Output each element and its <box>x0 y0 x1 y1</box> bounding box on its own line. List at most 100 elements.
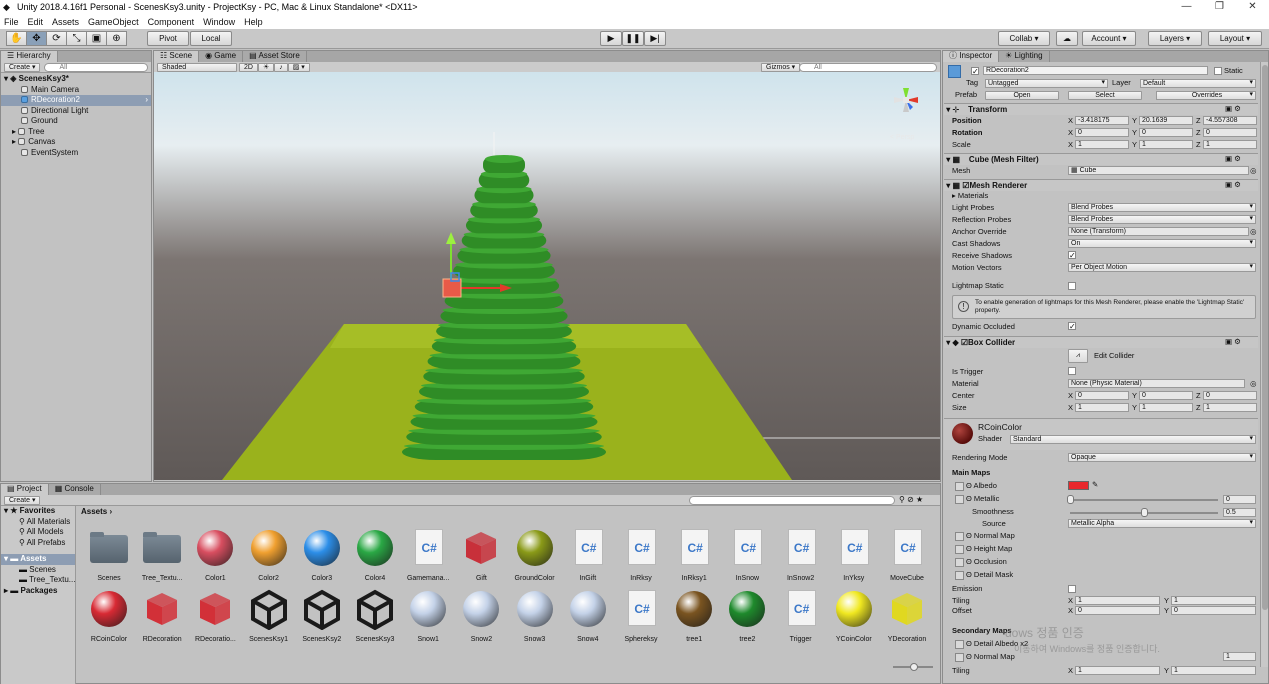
dynamic-occluded-checkbox[interactable]: ✓ <box>1068 322 1076 331</box>
orientation-gizmo-icon[interactable] <box>886 80 926 120</box>
asset-item[interactable]: tree2 <box>719 588 775 643</box>
audio-toggle-icon[interactable]: ♪ <box>274 62 288 72</box>
mesh-field[interactable]: ▦ Cube <box>1068 166 1249 175</box>
2d-toggle[interactable]: 2D <box>239 62 258 72</box>
size-x-field[interactable]: 1 <box>1075 403 1129 412</box>
scene-search-input[interactable]: All <box>799 63 937 72</box>
tiling2-x-field[interactable]: 1 <box>1075 666 1160 675</box>
normal-map2-scale-field[interactable]: 1 <box>1223 652 1256 661</box>
motion-vectors-dropdown[interactable]: Per Object Motion <box>1068 263 1256 272</box>
chevron-right-icon[interactable]: › <box>145 95 148 106</box>
object-picker-icon[interactable]: ◎ <box>1250 227 1257 237</box>
gizmos-dropdown[interactable]: Gizmos ▾ <box>761 63 801 72</box>
mesh-filter-header[interactable]: ▾ ▦ Cube (Mesh Filter) <box>944 153 1258 165</box>
asset-item[interactable]: YCoinColor <box>826 588 882 643</box>
asset-item[interactable]: ScenesKsy3 <box>347 588 403 643</box>
tab-game[interactable]: ◉ Game <box>199 51 244 62</box>
asset-item[interactable]: Snow3 <box>507 588 563 643</box>
emission-checkbox[interactable] <box>1068 585 1076 593</box>
albedo-color-swatch[interactable] <box>1068 481 1089 490</box>
asset-item[interactable]: Color3 <box>294 527 350 582</box>
persp-label[interactable]: < Persp <box>890 134 914 141</box>
hierarchy-item-eventsystem[interactable]: EventSystem <box>1 148 151 159</box>
scale-tool-icon[interactable]: ⤡ <box>66 31 87 46</box>
shader-dropdown[interactable]: Standard <box>1010 435 1256 444</box>
hierarchy-item-ground[interactable]: Ground <box>1 116 151 127</box>
center-z-field[interactable]: 0 <box>1203 391 1257 400</box>
box-collider-header[interactable]: ▾ ◆ ☑Box Collider <box>944 336 1258 348</box>
asset-item[interactable]: C# Sphereksy <box>613 588 669 643</box>
asset-item[interactable]: C# InRksy1 <box>666 527 722 582</box>
metallic-texture-slot[interactable] <box>955 495 964 504</box>
is-trigger-checkbox[interactable] <box>1068 367 1076 375</box>
lightmap-static-checkbox[interactable] <box>1068 282 1076 290</box>
component-menu-icons[interactable]: ▣ ⚙ <box>1225 337 1241 347</box>
rotation-y-field[interactable]: 0 <box>1139 128 1193 137</box>
static-checkbox[interactable] <box>1214 67 1222 75</box>
position-x-field[interactable]: -3.418175 <box>1075 116 1129 125</box>
menu-component[interactable]: Component <box>148 17 195 27</box>
asset-item[interactable]: Scenes <box>81 527 137 582</box>
detail-mask-slot[interactable] <box>955 571 964 580</box>
asset-item[interactable]: C# Trigger <box>773 588 829 643</box>
zoom-slider-thumb[interactable] <box>910 663 918 671</box>
tab-console[interactable]: ▦ Console <box>48 484 101 495</box>
pause-button[interactable]: ❚❚ <box>622 31 644 46</box>
step-button[interactable]: ▶| <box>644 31 666 46</box>
asset-item[interactable]: C# InGift <box>560 527 616 582</box>
center-y-field[interactable]: 0 <box>1139 391 1193 400</box>
menu-file[interactable]: File <box>4 17 19 27</box>
layers-dropdown[interactable]: Layers ▾ <box>1148 31 1202 46</box>
normal-map2-slot[interactable] <box>955 653 964 662</box>
scale-z-field[interactable]: 1 <box>1203 140 1257 149</box>
inspector-scrollbar-thumb[interactable] <box>1262 65 1268 610</box>
rect-tool-icon[interactable]: ▣ <box>86 31 107 46</box>
anchor-override-field[interactable]: None (Transform) <box>1068 227 1249 236</box>
tab-lighting[interactable]: ☀ Lighting <box>999 51 1050 62</box>
cloud-button[interactable]: ☁ <box>1056 31 1078 46</box>
asset-item[interactable]: RCoinColor <box>81 588 137 643</box>
menu-edit[interactable]: Edit <box>28 17 44 27</box>
metallic-value-field[interactable]: 0 <box>1223 495 1256 504</box>
project-search-input[interactable] <box>689 496 895 505</box>
expand-arrow-icon[interactable]: ▸ <box>12 127 16 136</box>
asset-item[interactable]: C# InSnow2 <box>773 527 829 582</box>
asset-item[interactable]: Color1 <box>187 527 243 582</box>
smoothness-slider-thumb[interactable] <box>1141 508 1148 517</box>
tab-scene[interactable]: ☷ Scene <box>154 51 200 62</box>
materials-foldout[interactable]: ▸ Materials <box>952 191 988 201</box>
size-z-field[interactable]: 1 <box>1203 403 1257 412</box>
scene-root[interactable]: ▾ ◈ ScenesKsy3* <box>1 74 151 85</box>
physic-material-field[interactable]: None (Physic Material) <box>1068 379 1245 388</box>
folder-item[interactable]: ▬ Scenes <box>1 565 75 576</box>
hand-tool-icon[interactable]: ✋ <box>6 31 27 46</box>
checkbox-checked-icon[interactable]: ☑ <box>961 338 968 347</box>
maximize-button[interactable]: ❐ <box>1203 0 1236 14</box>
rendering-mode-dropdown[interactable]: Opaque <box>1068 453 1256 462</box>
receive-shadows-checkbox[interactable]: ✓ <box>1068 251 1076 260</box>
component-menu-icons[interactable]: ▣ ⚙ <box>1225 154 1241 164</box>
asset-item[interactable]: Snow1 <box>400 588 456 643</box>
account-dropdown[interactable]: Account ▾ <box>1082 31 1136 46</box>
favorite-item[interactable]: ⚲ All Materials <box>1 517 75 528</box>
assets-folder[interactable]: ▾ ▬ Assets <box>1 554 75 565</box>
favorite-item[interactable]: ⚲ All Models <box>1 527 75 538</box>
asset-item[interactable]: C# InSnow <box>719 527 775 582</box>
layer-dropdown[interactable]: Default <box>1140 79 1256 88</box>
object-picker-icon[interactable]: ◎ <box>1250 379 1257 389</box>
hierarchy-item-directional-light[interactable]: Directional Light <box>1 106 151 117</box>
reflection-probes-dropdown[interactable]: Blend Probes <box>1068 215 1256 224</box>
albedo-texture-slot[interactable] <box>955 482 964 491</box>
menu-assets[interactable]: Assets <box>52 17 79 27</box>
inspector-scrollbar[interactable] <box>1260 62 1268 667</box>
asset-item[interactable]: C# InYksy <box>826 527 882 582</box>
cast-shadows-dropdown[interactable]: On <box>1068 239 1256 248</box>
filter-icons[interactable]: ⚲ ⊘ ★ <box>899 495 923 504</box>
metallic-slider-thumb[interactable] <box>1067 495 1074 504</box>
scene-viewport[interactable]: < Persp <box>154 72 940 480</box>
scale-y-field[interactable]: 1 <box>1139 140 1193 149</box>
rotate-tool-icon[interactable]: ⟳ <box>46 31 67 46</box>
effects-toggle-icon[interactable]: ▨ ▾ <box>287 62 310 72</box>
asset-item[interactable]: ScenesKsy2 <box>294 588 350 643</box>
tiling-y-field[interactable]: 1 <box>1171 596 1256 605</box>
